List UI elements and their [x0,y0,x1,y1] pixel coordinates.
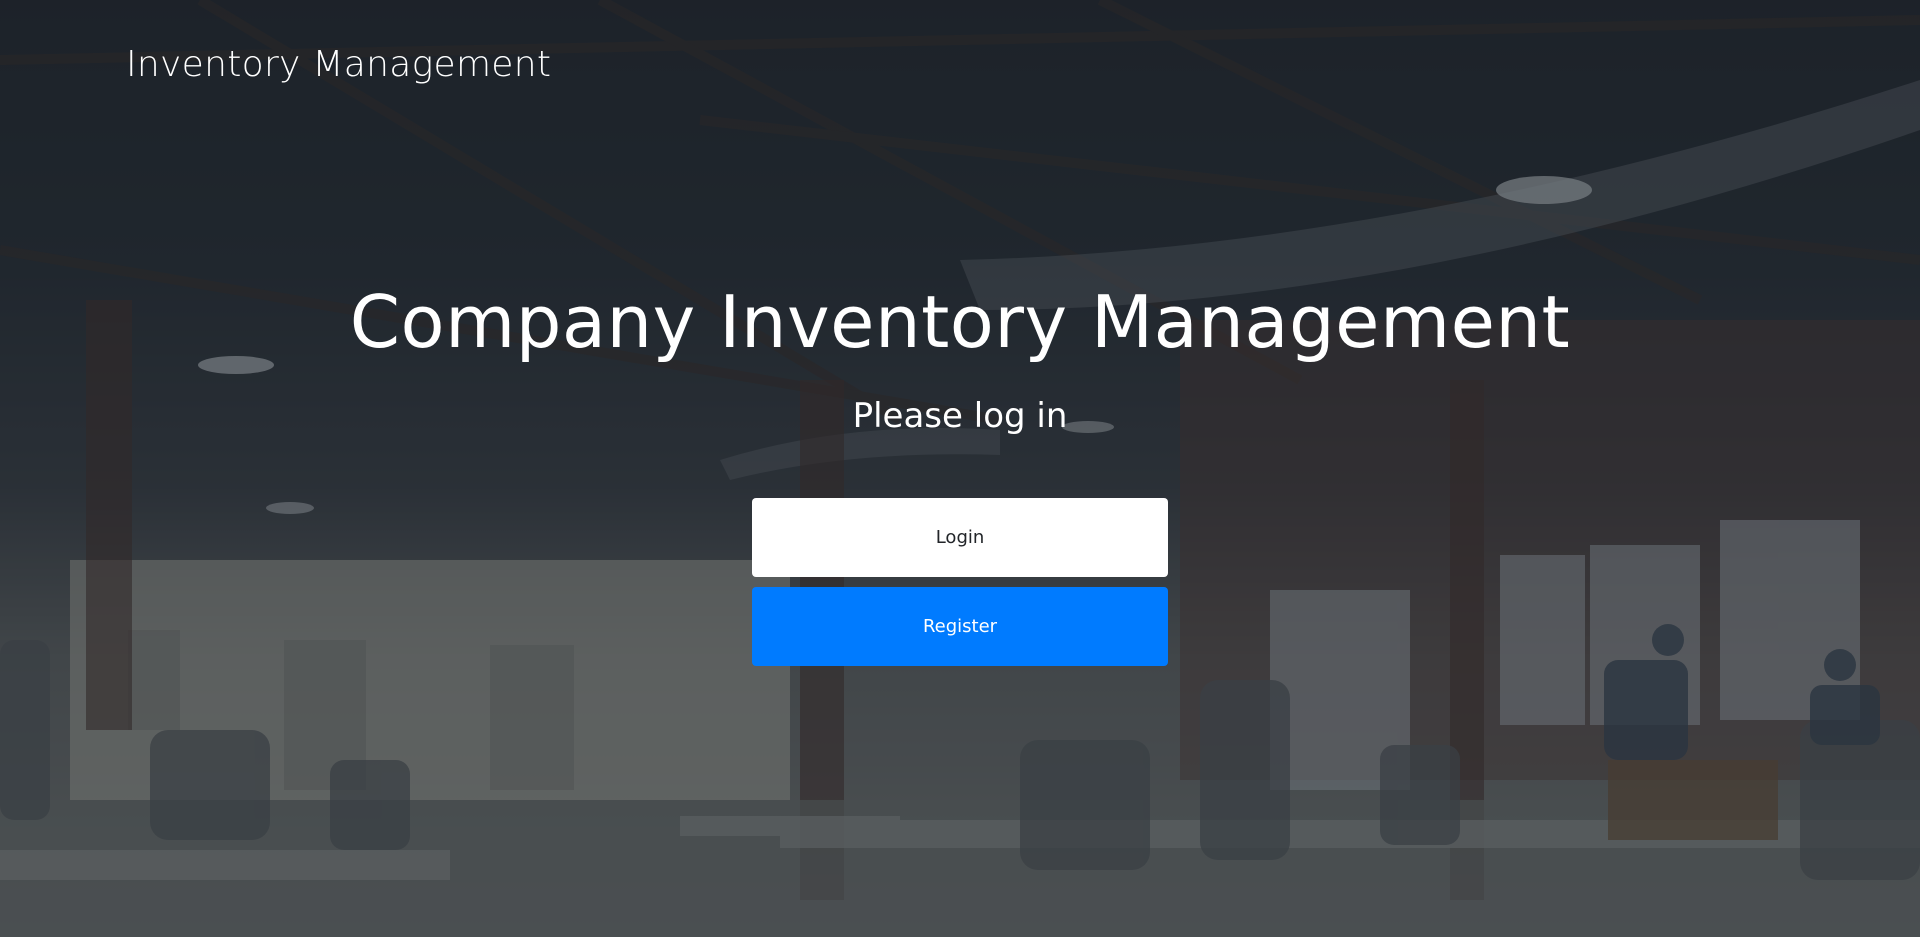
page-title: Company Inventory Management [349,280,1571,364]
login-button[interactable]: Login [752,498,1168,577]
page-subtitle: Please log in [852,396,1068,436]
landing-page: Inventory Management Company Inventory M… [0,0,1920,937]
register-button[interactable]: Register [752,587,1168,666]
background-overlay [0,0,1920,937]
navbar-brand[interactable]: Inventory Management [126,44,551,85]
